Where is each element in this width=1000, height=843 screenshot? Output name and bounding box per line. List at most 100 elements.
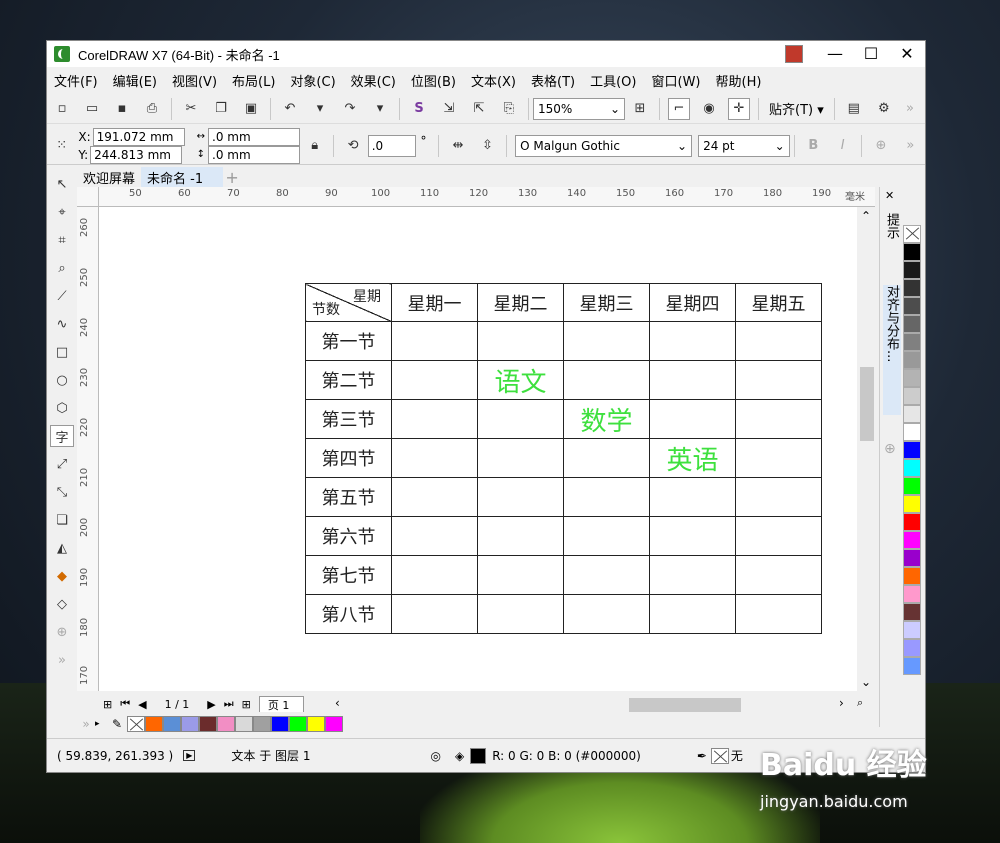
import-icon[interactable]: ⇲ [438,98,460,120]
docker-expand-icon[interactable]: ✕ [885,189,894,202]
minimize-button[interactable]: — [817,41,853,67]
full-screen-preview-icon[interactable]: ⊞ [629,98,651,120]
table-cell[interactable] [563,321,650,361]
height-input[interactable]: .0 mm [208,145,301,164]
status-expand-icon[interactable]: ▶ [183,750,196,761]
text-tool-icon[interactable]: 字 [50,425,74,447]
menu-window[interactable]: 窗口(W) [645,71,709,90]
color-swatch[interactable] [903,459,921,477]
rectangle-tool-icon[interactable]: □ [50,341,74,363]
period-label-cell[interactable]: 第四节 [305,438,392,478]
tab-welcome-screen[interactable]: 欢迎屏幕 [77,167,141,187]
menu-text[interactable]: 文本(X) [464,71,524,90]
color-swatch[interactable] [181,716,199,732]
color-swatch[interactable] [903,405,921,423]
period-label-cell[interactable]: 第一节 [305,321,392,361]
table-cell[interactable] [563,360,650,400]
table-cell[interactable] [649,477,736,517]
table-cell[interactable] [391,438,478,478]
show-guidelines-icon[interactable]: ✛ [728,97,750,120]
period-label-cell[interactable]: 第七节 [305,555,392,595]
publish-pdf-icon[interactable]: ⎘ [498,98,520,120]
color-swatch[interactable] [903,585,921,603]
table-cell[interactable] [391,399,478,439]
no-color-swatch[interactable] [903,225,921,243]
undo-dropdown-icon[interactable]: ▾ [309,98,331,120]
color-swatch[interactable] [903,621,921,639]
color-swatch[interactable] [903,657,921,675]
table-cell[interactable] [735,360,822,400]
menu-view[interactable]: 视图(V) [165,71,225,90]
object-origin-icon[interactable]: ⁙ [51,135,72,157]
table-cell[interactable] [391,477,478,517]
table-cell[interactable] [649,360,736,400]
toolbar-overflow-icon[interactable]: » [899,98,921,120]
color-swatch[interactable] [199,716,217,732]
color-swatch[interactable] [903,261,921,279]
scroll-down-icon[interactable]: ⌄ [861,675,871,689]
options-icon[interactable]: ⚙ [873,98,895,120]
menu-help[interactable]: 帮助(H) [709,71,770,90]
italic-icon[interactable]: I [832,135,853,157]
undo-icon[interactable]: ↶ [279,98,301,120]
font-family-select[interactable]: O Malgun Gothic ⌄ [515,134,693,157]
add-docker-icon[interactable]: ⊕ [884,441,896,457]
add-toolbar-item-icon[interactable]: ⊕ [870,135,891,157]
subject-cell[interactable]: 英语 [649,438,736,478]
color-swatch[interactable] [253,716,271,732]
table-cell[interactable] [391,594,478,634]
table-cell[interactable] [649,594,736,634]
table-cell[interactable] [735,594,822,634]
x-position-input[interactable]: 191.072 mm [92,127,185,146]
horizontal-ruler[interactable]: 50 60 70 80 90 100 110 120 130 140 150 1… [99,187,875,207]
menu-table[interactable]: 表格(T) [524,71,583,90]
table-cell[interactable] [649,321,736,361]
color-swatch[interactable] [903,603,921,621]
color-swatch[interactable] [903,477,921,495]
crop-tool-icon[interactable]: ⌗ [50,229,74,251]
menu-object[interactable]: 对象(C) [283,71,343,90]
class-schedule-table[interactable]: 星期 节数 星期一 星期二 星期三 星期四 星期五 第一节 第二节 语文 第三节… [305,283,822,634]
subject-cell[interactable]: 语文 [477,360,564,400]
color-swatch[interactable] [235,716,253,732]
first-page-icon[interactable]: ⏮ [120,697,130,711]
table-cell[interactable] [477,321,564,361]
last-page-icon[interactable]: ⏭ [224,697,234,711]
fill-color-swatch[interactable] [470,747,487,764]
table-cell[interactable] [477,399,564,439]
page-tab-1[interactable]: 页 1 [258,696,305,712]
corner-header-cell[interactable]: 星期 节数 [305,283,392,322]
scroll-right-icon[interactable]: › [839,696,844,710]
cut-icon[interactable]: ✂ [180,98,202,120]
table-cell[interactable] [735,321,822,361]
snap-to-dropdown[interactable]: 贴齐(T) ▾ [769,99,824,118]
show-rulers-icon[interactable]: ⌐ [668,97,690,120]
color-swatch[interactable] [903,513,921,531]
docker-tab-align-distribute[interactable]: 对齐与分布... [883,285,901,415]
add-tool-icon[interactable]: ⊕ [50,621,74,643]
vertical-scrollbar[interactable]: ⌃ ⌄ [857,207,875,691]
table-cell[interactable] [477,555,564,595]
menu-effects[interactable]: 效果(C) [344,71,404,90]
zoom-tool-icon[interactable]: ⌕ [50,257,74,279]
drawing-canvas[interactable]: 星期 节数 星期一 星期二 星期三 星期四 星期五 第一节 第二节 语文 第三节… [99,207,857,691]
previous-page-icon[interactable]: ◀ [138,698,146,711]
color-swatch[interactable] [903,495,921,513]
tab-untitled-1[interactable]: 未命名 -1 [141,167,224,187]
table-cell[interactable] [563,516,650,556]
color-swatch[interactable] [307,716,325,732]
maximize-button[interactable]: ☐ [853,41,889,67]
color-swatch[interactable] [903,297,921,315]
color-eyedropper-icon[interactable]: ◆ [50,565,74,587]
table-cell[interactable] [649,555,736,595]
day-header-cell[interactable]: 星期二 [477,283,564,322]
palette-expand-icon[interactable]: ▸ [95,719,107,729]
menu-layout[interactable]: 布局(L) [225,71,283,90]
no-color-swatch[interactable] [127,716,145,732]
menu-tools[interactable]: 工具(O) [583,71,644,90]
color-swatch[interactable] [271,716,289,732]
table-cell[interactable] [477,438,564,478]
vertical-ruler[interactable]: 260 250 240 230 220 210 200 190 180 170 [77,207,99,691]
table-cell[interactable] [649,516,736,556]
horizontal-scrollbar[interactable]: ‹ › ⌕ [327,695,875,713]
